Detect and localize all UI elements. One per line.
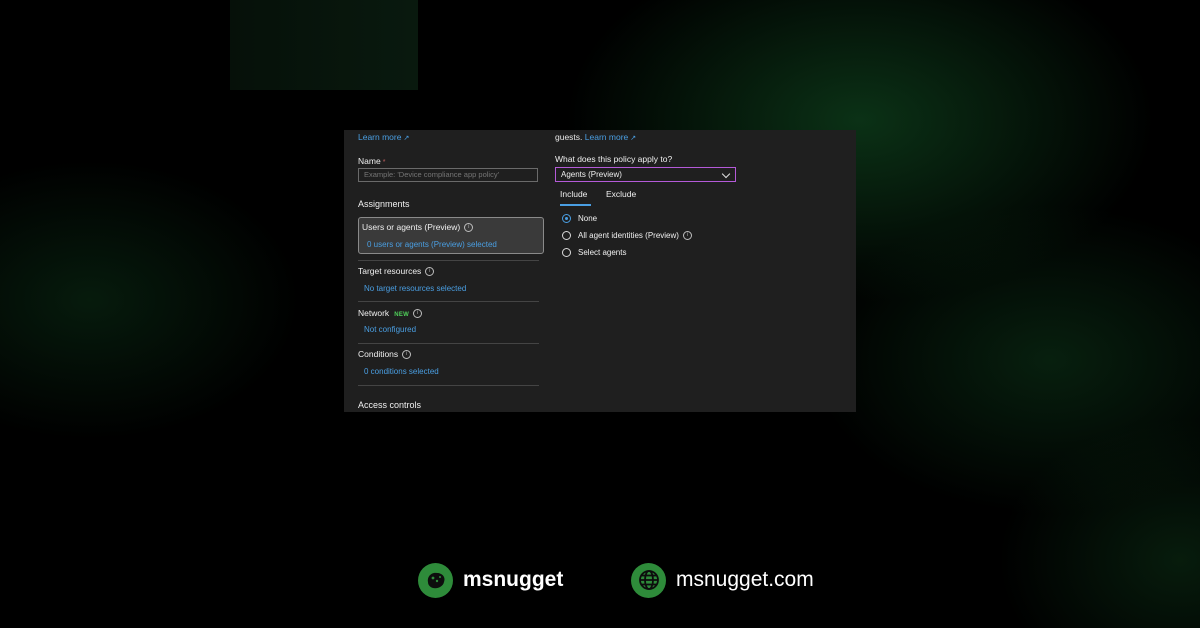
access-controls-title: Access controls	[358, 400, 422, 410]
users-or-agents-card[interactable]: Users or agents (Preview) i 0 users or ag…	[358, 217, 544, 254]
site-footer: msnugget.com	[631, 562, 814, 598]
network-row: Network NEW i	[358, 308, 423, 319]
learn-more-link-right[interactable]: Learn more	[585, 132, 628, 142]
option-none-label: None	[578, 214, 598, 223]
radio-select-agents[interactable]	[562, 248, 571, 257]
assignments-title: Assignments	[358, 199, 410, 209]
divider	[358, 260, 539, 261]
network-value-link[interactable]: Not configured	[364, 325, 416, 334]
external-link-icon: ↗	[630, 135, 637, 142]
divider	[358, 301, 539, 302]
info-icon: i	[402, 350, 412, 360]
background-square	[230, 0, 418, 90]
target-resources-row: Target resources i	[358, 266, 435, 277]
target-label: Target resources	[358, 266, 422, 276]
required-marker: *	[382, 159, 386, 166]
radio-all-agent-identities[interactable]	[562, 231, 571, 240]
radio-none[interactable]	[562, 214, 571, 223]
divider	[358, 343, 539, 344]
info-icon: i	[682, 231, 692, 241]
apply-question: What does this policy apply to?	[555, 154, 673, 164]
info-icon: i	[425, 267, 435, 277]
users-label: Users or agents (Preview)	[362, 222, 461, 232]
tab-include[interactable]: Include	[560, 189, 587, 199]
new-badge: NEW	[394, 312, 410, 318]
policy-panel: Learn more↗ Name* Assignments Users or a…	[344, 130, 856, 412]
network-label: Network	[358, 308, 390, 318]
option-all-agents-label: All agent identities (Preview)	[578, 231, 679, 240]
option-all-agents-row: All agent identities (Preview) i	[578, 231, 692, 241]
name-label-text: Name	[358, 156, 381, 166]
brand-footer: msnugget	[418, 562, 563, 598]
info-icon: i	[464, 223, 474, 233]
conditions-label: Conditions	[358, 349, 399, 359]
external-link-icon: ↗	[403, 135, 410, 142]
info-icon: i	[413, 309, 423, 319]
target-value-link[interactable]: No target resources selected	[364, 284, 466, 293]
users-label-row: Users or agents (Preview) i	[362, 222, 474, 233]
learn-more-link-left[interactable]: Learn more ↗	[358, 132, 409, 142]
site-url[interactable]: msnugget.com	[676, 568, 814, 592]
users-value-link[interactable]: 0 users or agents (Preview) selected	[367, 240, 497, 249]
conditions-value-link[interactable]: 0 conditions selected	[364, 367, 439, 376]
globe-icon	[631, 562, 666, 598]
name-label: Name *	[358, 156, 385, 166]
apply-to-dropdown[interactable]: Agents (Preview)	[555, 167, 736, 182]
brand-name: msnugget	[463, 568, 564, 591]
guests-text: guests.	[555, 132, 583, 142]
chevron-down-icon	[721, 169, 731, 179]
tab-exclude[interactable]: Exclude	[606, 189, 636, 199]
nugget-icon	[418, 562, 453, 598]
option-select-agents-label: Select agents	[578, 248, 627, 257]
name-input[interactable]	[358, 168, 538, 182]
divider	[358, 385, 539, 386]
tab-include-underline	[560, 204, 591, 206]
guests-row: guests. Learn more ↗	[555, 132, 636, 142]
apply-to-selected: Agents (Preview)	[561, 170, 622, 179]
conditions-row: Conditions i	[358, 349, 412, 360]
learn-more-text[interactable]: Learn more	[358, 132, 401, 142]
